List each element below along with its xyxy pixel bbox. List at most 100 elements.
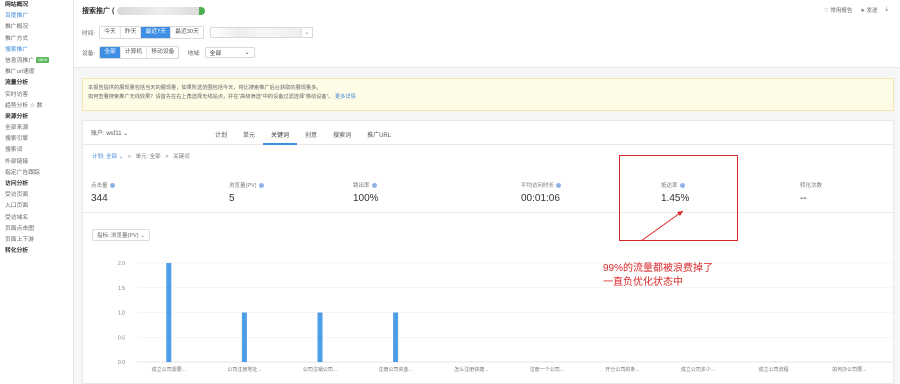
sidebar-item-label: 推广概况 [5, 24, 29, 31]
sidebar-item-label: 转化分析 [5, 248, 29, 255]
help-icon[interactable] [109, 183, 115, 189]
sidebar-item[interactable]: 入口页面 [0, 201, 73, 212]
help-icon[interactable] [556, 183, 562, 189]
sidebar-item[interactable]: 访问分析 [0, 179, 73, 190]
sidebar-item[interactable]: 来源分析 [0, 112, 73, 123]
chart-metric-selector[interactable]: 指标: 浏览量(PV) ⌄ [92, 229, 150, 241]
time-row: 时间: 今天 昨天 最近7天 最近30天 ⌄ [82, 26, 313, 39]
report-tab[interactable]: 关键词 [263, 127, 298, 145]
sidebar-item[interactable]: 百度推广 [0, 11, 73, 22]
sidebar-item-label: 指定广告跟踪 [5, 169, 40, 176]
sidebar-item[interactable]: 趋势分析 ☆ 数 [0, 101, 73, 112]
sidebar-item-label: 百度推广 [5, 13, 29, 20]
sidebar-item[interactable]: 全部来源 [0, 123, 73, 134]
page-title: 搜索推广 ( [82, 6, 206, 16]
date-range-input[interactable] [209, 27, 302, 38]
help-icon[interactable] [258, 183, 264, 189]
sidebar-item[interactable]: 推广url速度 [0, 67, 73, 78]
time-range-option[interactable]: 今天 [100, 27, 121, 38]
bar[interactable] [317, 312, 323, 363]
sidebar-item[interactable]: 搜索推广 [0, 45, 73, 56]
time-range-option[interactable]: 昨天 [121, 27, 142, 38]
sidebar-item[interactable]: 推广方式 [0, 34, 73, 45]
breadcrumb: 计划: 全部 ⌄ > 单元: 全部 > 关键词 [92, 152, 190, 160]
metric-card: 浏览量(PV) 5 [229, 181, 264, 204]
sidebar-item-label: 来源分析 [5, 113, 29, 120]
report-tab[interactable]: 计划 [207, 127, 235, 145]
x-tick-label: 公司注销公司... [303, 366, 337, 373]
y-tick-label: 0.5 [118, 335, 125, 341]
breadcrumb-separator: > [127, 154, 132, 160]
account-selector[interactable]: 账户: wsf11 ⌄ [91, 128, 128, 137]
bar[interactable] [619, 361, 625, 362]
sidebar-item[interactable]: 页面点击图 [0, 224, 73, 235]
masked-site-name [117, 7, 206, 16]
sidebar-item[interactable]: 外部链接 [0, 157, 73, 168]
report-tab[interactable]: 单元 [235, 127, 263, 145]
report-tab[interactable]: 搜索词 [325, 127, 359, 145]
device-option[interactable]: 计算机 [121, 47, 148, 58]
sidebar-item[interactable]: 推广概况 [0, 22, 73, 33]
report-tab[interactable]: 创意 [297, 127, 325, 145]
metric-card: 转化次数 -- [800, 181, 822, 204]
sidebar-item-label: 受访域名 [5, 214, 29, 221]
chevron-down-icon: ⌄ [244, 49, 250, 56]
metric-card: 平均访问时长 00:01:06 [521, 181, 562, 204]
time-range-selector: 今天 昨天 最近7天 最近30天 [99, 26, 204, 39]
sidebar-item[interactable]: 搜索词 [0, 145, 73, 156]
help-icon[interactable] [371, 183, 377, 189]
y-tick-label: 1.5 [118, 286, 125, 292]
device-row: 设备: 全部 计算机 移动设备 地域: 全部 ⌄ [82, 46, 255, 59]
breadcrumb-unit[interactable]: 单元: 全部 [136, 154, 161, 160]
time-label: 时间: [82, 31, 96, 37]
sidebar-item[interactable]: 页面上下游 [0, 235, 73, 246]
download-icon[interactable]: ⤓ [886, 6, 888, 14]
sidebar-item-label: 访问分析 [5, 181, 29, 187]
sidebar-item[interactable]: 信息流推广 NEW [0, 56, 73, 67]
sidebar-item[interactable]: 受访页面 [0, 190, 73, 201]
y-tick-label: 2.0 [118, 261, 125, 267]
sidebar-item[interactable]: 受访域名 [0, 213, 73, 224]
metric-label: 跳出率 [353, 181, 379, 189]
breadcrumb-plan[interactable]: 计划: 全部 ⌄ [92, 154, 123, 160]
sidebar-item[interactable]: 搜索引擎 [0, 134, 73, 145]
bar[interactable] [468, 361, 474, 362]
x-tick-label: 注册公司资金... [379, 366, 413, 373]
bar[interactable] [771, 361, 777, 362]
x-tick-label: 成立公司流程 [759, 366, 789, 373]
bar[interactable] [544, 361, 550, 362]
metric-value: 5 [229, 193, 235, 204]
sidebar-item[interactable]: 网站概况 [0, 0, 73, 11]
bar[interactable] [241, 312, 247, 363]
bar[interactable] [393, 312, 399, 363]
report-panel: 账户: wsf11 ⌄ 计划 单元 关键词 创意 搜索词 推广URL 计划: 全部 ⌄ >… [82, 120, 894, 384]
breadcrumb-separator: > [165, 154, 169, 160]
send-link[interactable]: ➤ 发送 [860, 6, 877, 14]
sidebar-item[interactable]: 实时访客 [0, 90, 73, 101]
report-tab[interactable]: 推广URL [359, 127, 399, 145]
metric-label: 浏览量(PV) [229, 181, 264, 189]
bar[interactable] [695, 361, 701, 362]
device-label: 设备: [82, 51, 96, 57]
sidebar-item-label: 推广方式 [5, 35, 29, 42]
chevron-down-icon[interactable]: ⌄ [301, 27, 313, 38]
bar[interactable] [166, 263, 172, 362]
region-label: 地域: [187, 51, 201, 57]
more-details-link[interactable]: 更多详情 [335, 94, 356, 100]
favorite-reports-link[interactable]: ♡ 常用报告 [824, 6, 852, 14]
report-tabs-row: 账户: wsf11 ⌄ 计划 单元 关键词 创意 搜索词 推广URL [83, 121, 893, 145]
device-option[interactable]: 全部 [100, 47, 121, 58]
bar[interactable] [846, 361, 852, 362]
sidebar-item[interactable]: 指定广告跟踪 [0, 168, 73, 179]
sidebar-item-label: 入口页面 [5, 203, 29, 210]
region-select[interactable]: 全部 ⌄ [204, 47, 255, 58]
sidebar-item-label: 信息流推广 [5, 57, 34, 64]
sidebar-item-label: 推广url速度 [5, 69, 35, 76]
device-option[interactable]: 移动设备 [147, 47, 178, 58]
sidebar-item[interactable]: 转化分析 [0, 246, 73, 257]
sidebar-item-label: 全部来源 [5, 125, 29, 132]
time-range-option[interactable]: 最近7天 [141, 27, 172, 38]
sidebar-item[interactable]: 流量分析 [0, 78, 73, 89]
time-range-option[interactable]: 最近30天 [171, 27, 203, 38]
metric-label: 转化次数 [800, 183, 823, 189]
